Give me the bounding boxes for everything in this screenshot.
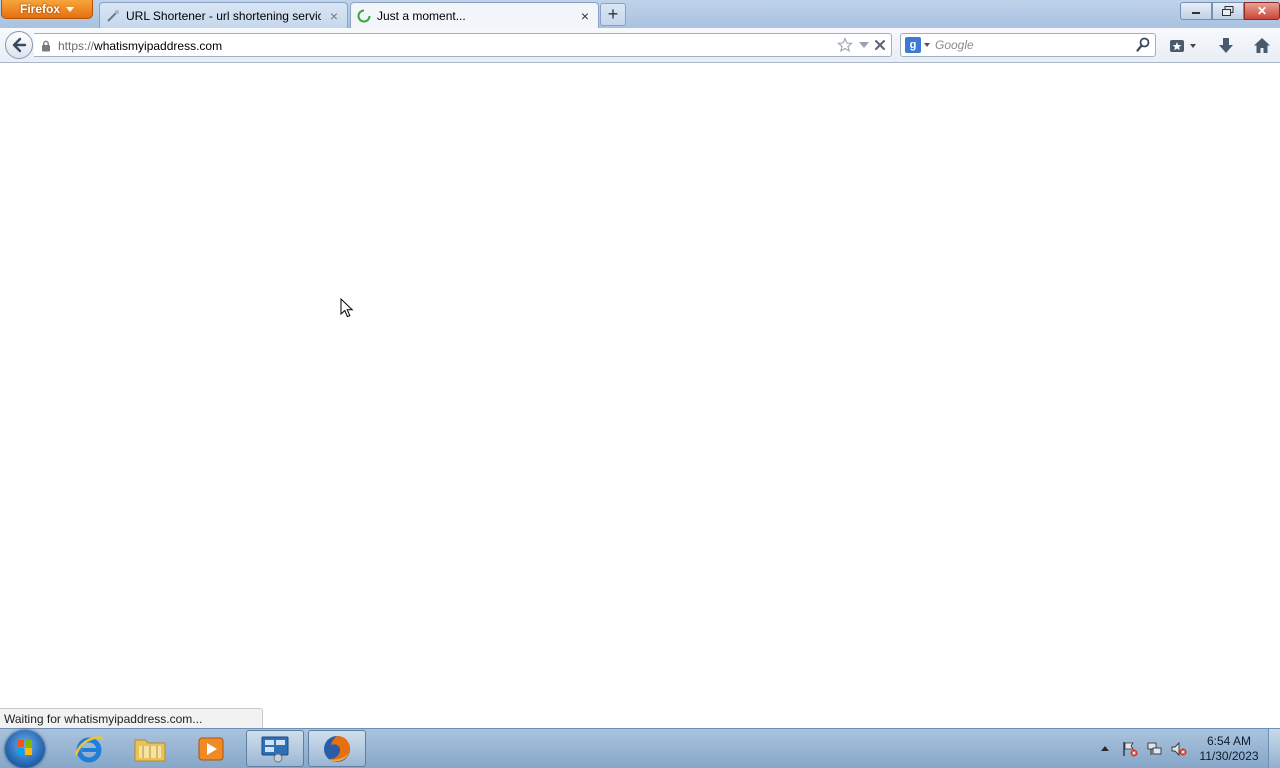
- tab-just-a-moment[interactable]: Just a moment... ×: [350, 2, 599, 28]
- folder-icon: [134, 739, 166, 761]
- status-text: Waiting for whatismyipaddress.com...: [0, 708, 263, 728]
- url-text[interactable]: https://whatismyipaddress.com: [58, 39, 222, 53]
- volume-muted-icon[interactable]: [1171, 741, 1187, 757]
- home-icon[interactable]: [1252, 36, 1272, 56]
- history-dropdown-icon[interactable]: [859, 42, 869, 48]
- bookmark-star-icon[interactable]: [837, 37, 853, 53]
- tab-close-icon[interactable]: ×: [578, 9, 592, 23]
- url-protocol: https://: [58, 39, 95, 53]
- tab-url-shortener[interactable]: URL Shortener - url shortening servic...…: [99, 2, 348, 28]
- action-center-flag-icon[interactable]: [1122, 741, 1138, 757]
- firefox-menu-button[interactable]: Firefox: [1, 0, 93, 19]
- back-button[interactable]: [5, 31, 33, 59]
- taskbar-media-player[interactable]: [182, 730, 240, 767]
- taskbar-internet-explorer[interactable]: [60, 730, 118, 767]
- back-arrow-icon: [12, 37, 27, 53]
- windows-logo-icon: [17, 740, 32, 755]
- url-bar[interactable]: https://whatismyipaddress.com: [34, 33, 892, 57]
- tab-close-icon[interactable]: ×: [327, 9, 341, 23]
- bookmarks-star-icon: [1170, 40, 1184, 52]
- new-tab-button[interactable]: +: [600, 3, 626, 26]
- google-engine-icon[interactable]: g: [905, 37, 921, 53]
- stop-loading-icon[interactable]: [873, 38, 887, 52]
- windows-taskbar: 6:54 AM 11/30/2023: [0, 728, 1280, 768]
- firefox-icon: [324, 735, 350, 762]
- search-bar[interactable]: g: [900, 33, 1156, 57]
- lock-icon: [42, 40, 50, 52]
- show-desktop-button[interactable]: [1268, 729, 1280, 768]
- link-favicon-icon: [107, 9, 119, 22]
- media-player-icon: [198, 737, 224, 760]
- taskbar-windows-explorer[interactable]: [121, 730, 179, 767]
- firefox-menu-label: Firefox: [19, 2, 60, 16]
- tab-label: URL Shortener - url shortening servic...: [126, 8, 321, 23]
- restore-icon: [1222, 6, 1234, 16]
- close-window-button[interactable]: ✕: [1244, 2, 1280, 20]
- restore-button[interactable]: [1212, 2, 1244, 20]
- mouse-pointer-icon: [340, 298, 354, 318]
- taskbar-firefox[interactable]: [308, 730, 366, 767]
- page-content-area[interactable]: [0, 63, 1280, 708]
- bookmarks-menu-button[interactable]: [1169, 36, 1203, 56]
- network-icon[interactable]: [1147, 741, 1163, 757]
- chevron-down-icon: [1190, 44, 1196, 48]
- internet-explorer-icon: [74, 735, 103, 762]
- search-icon[interactable]: [1136, 37, 1150, 53]
- chevron-down-icon: [66, 6, 74, 12]
- navigation-toolbar: https://whatismyipaddress.com g: [0, 28, 1280, 63]
- url-host: whatismyipaddress.com: [94, 39, 223, 53]
- remote-desktop-icon: [261, 736, 289, 762]
- loading-spinner-icon: [357, 9, 371, 22]
- show-hidden-icons-icon[interactable]: [1101, 746, 1109, 751]
- browser-titlebar: Firefox URL Shortener - url shortening s…: [0, 0, 1280, 28]
- chevron-down-icon[interactable]: [924, 43, 930, 47]
- downloads-arrow-icon[interactable]: [1216, 36, 1236, 56]
- tab-label: Just a moment...: [377, 8, 466, 23]
- clock-date: 11/30/2023: [1199, 749, 1259, 763]
- start-button[interactable]: [5, 730, 45, 768]
- minimize-icon: [1192, 12, 1200, 14]
- minimize-button[interactable]: [1180, 2, 1212, 20]
- clock-time: 6:54 AM: [1206, 734, 1252, 748]
- system-clock[interactable]: 6:54 AM 11/30/2023: [1195, 734, 1263, 764]
- taskbar-remote-desktop[interactable]: [246, 730, 304, 767]
- search-input[interactable]: [935, 37, 1131, 53]
